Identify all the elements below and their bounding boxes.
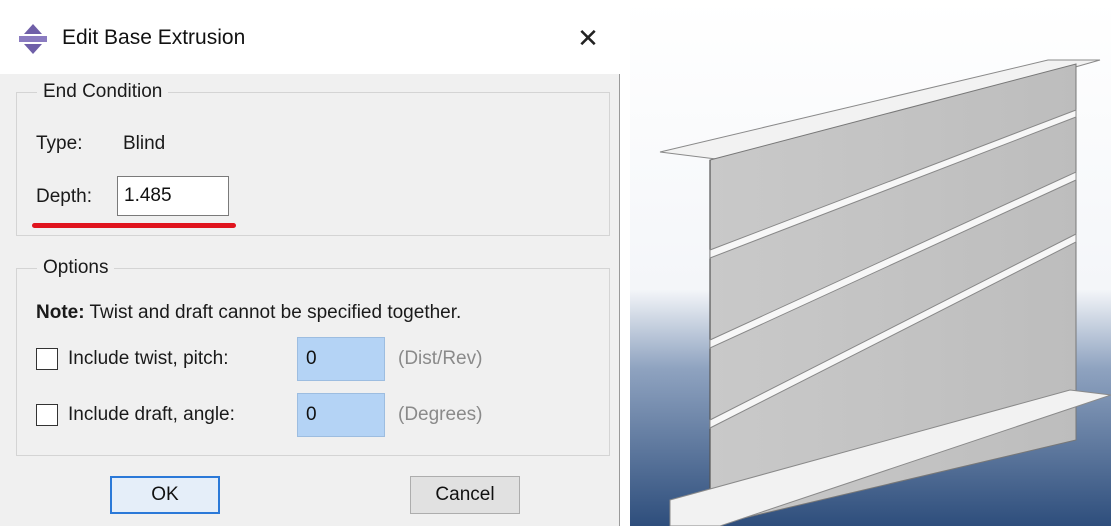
note-text: Note: Twist and draft cannot be specifie… [36, 302, 461, 324]
depth-highlight-underline [32, 223, 236, 228]
draft-checkbox[interactable] [36, 404, 58, 426]
model-viewport[interactable] [630, 0, 1111, 526]
depth-field[interactable] [117, 176, 229, 216]
note-label: Note: [36, 302, 85, 323]
draft-label[interactable]: Include draft, angle: [68, 404, 235, 426]
cancel-button[interactable]: Cancel [410, 476, 520, 514]
edit-base-extrusion-dialog: Edit Base Extrusion ✕ End Condition Type… [0, 0, 620, 526]
dialog-title: Edit Base Extrusion [62, 26, 246, 49]
type-value: Blind [123, 133, 166, 154]
twist-label[interactable]: Include twist, pitch: [68, 348, 229, 370]
twist-pitch-field[interactable] [297, 337, 385, 381]
type-label: Type: [36, 133, 83, 154]
ok-button[interactable]: OK [110, 476, 220, 514]
note-message: Twist and draft cannot be specified toge… [89, 302, 462, 323]
twist-unit: (Dist/Rev) [398, 348, 483, 369]
extrusion-app-icon [19, 24, 47, 54]
options-legend: Options [37, 257, 115, 279]
dialog-titlebar: Edit Base Extrusion ✕ [0, 0, 620, 74]
end-condition-group: End Condition [16, 81, 610, 236]
depth-label: Depth: [36, 186, 92, 207]
twist-checkbox[interactable] [36, 348, 58, 370]
close-button[interactable]: ✕ [568, 18, 608, 58]
draft-angle-field[interactable] [297, 393, 385, 437]
i-beam-model-icon [630, 0, 1111, 526]
draft-unit: (Degrees) [398, 404, 483, 425]
end-condition-legend: End Condition [37, 81, 169, 103]
